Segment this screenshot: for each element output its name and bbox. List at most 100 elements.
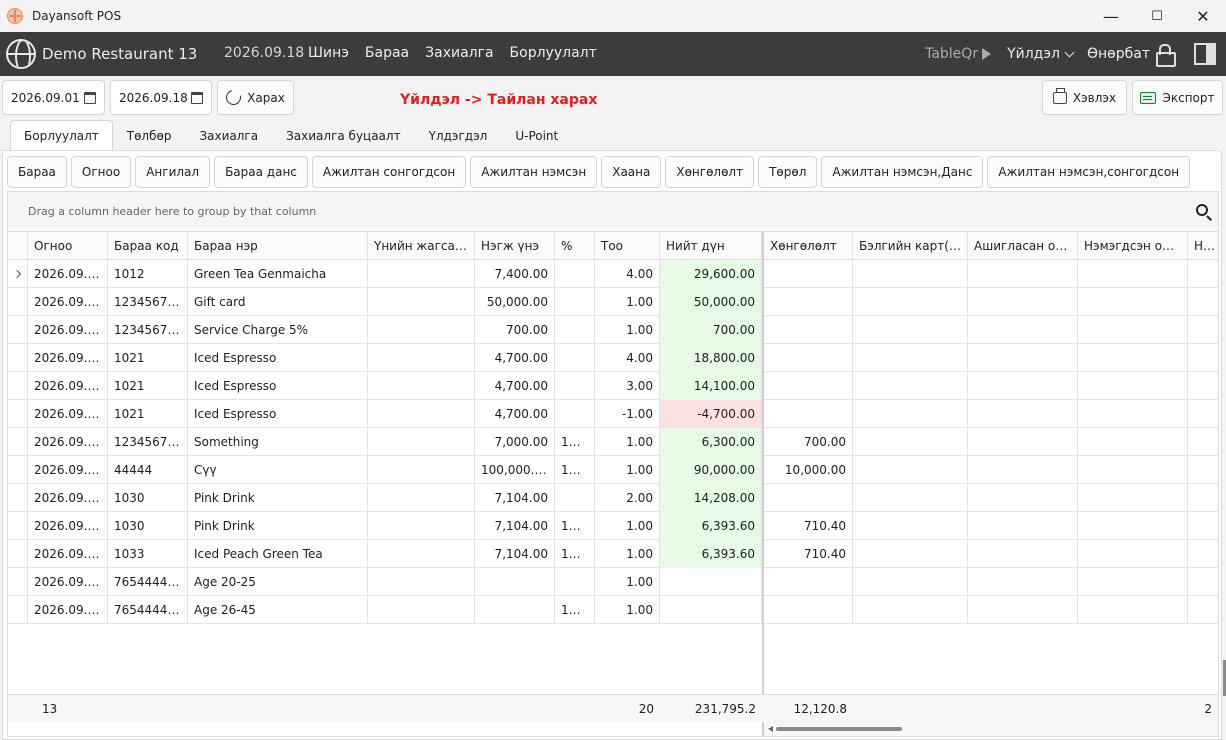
cell-total[interactable]: 14,100.00	[660, 372, 762, 400]
cell-product-name[interactable]: Green Tea Genmaicha	[188, 260, 368, 288]
cell-product-code[interactable]: 76544441...	[108, 596, 188, 624]
cell-qty[interactable]: 1.00	[595, 596, 660, 624]
cell-price-list[interactable]	[368, 316, 475, 344]
row-indicator-cell[interactable]	[8, 400, 28, 428]
column-header-added-points[interactable]: Нэмэгдсэн оноо	[1078, 232, 1188, 260]
cell-total[interactable]: 6,300.00	[660, 428, 762, 456]
cell-date[interactable]: 2026.09.17	[28, 596, 108, 624]
cell-discount[interactable]: 700.00	[764, 428, 853, 456]
cell-total[interactable]	[660, 596, 762, 624]
cell-empty[interactable]	[853, 288, 968, 316]
cell-unit-price[interactable]: 4,700.00	[475, 400, 555, 428]
cell-product-name[interactable]: Service Charge 5%	[188, 316, 368, 344]
cell-empty[interactable]	[853, 316, 968, 344]
cell-empty[interactable]	[968, 596, 1078, 624]
cell-product-name[interactable]: Iced Peach Green Tea	[188, 540, 368, 568]
tab-sales[interactable]: Борлуулалт	[10, 120, 113, 150]
cell-product-code[interactable]: 1021	[108, 344, 188, 372]
cell-empty[interactable]	[968, 400, 1078, 428]
cell-empty[interactable]	[853, 568, 968, 596]
cell-discount[interactable]	[764, 288, 853, 316]
row-indicator-cell[interactable]	[8, 260, 28, 288]
cell-empty[interactable]	[853, 372, 968, 400]
table-row[interactable]: 2026.09.17 12345678... Gift card 50,000.00 1…	[8, 288, 1218, 316]
cell-qty[interactable]: 1.00	[595, 540, 660, 568]
table-row[interactable]: 2026.09.18 12345678... Service Charge 5% 70…	[8, 316, 1218, 344]
cell-percent[interactable]	[555, 260, 595, 288]
user-button[interactable]: Өнөрбат	[1087, 44, 1176, 67]
scroll-thumb[interactable]	[776, 727, 902, 731]
cell-discount[interactable]	[764, 344, 853, 372]
cell-date[interactable]: 2026.09.17	[28, 512, 108, 540]
cell-unit-price[interactable]: 4,700.00	[475, 344, 555, 372]
column-header-percent[interactable]: %	[555, 232, 595, 260]
subtab-date[interactable]: Огноо	[70, 156, 132, 188]
row-indicator-cell[interactable]	[8, 288, 28, 316]
cell-empty[interactable]	[853, 512, 968, 540]
cell-empty[interactable]	[853, 260, 968, 288]
export-button[interactable]: Экспорт	[1132, 80, 1223, 115]
cell-discount[interactable]	[764, 568, 853, 596]
column-header-price-list[interactable]: Үнийн жагсаалт	[368, 232, 475, 260]
cell-empty[interactable]	[1078, 568, 1188, 596]
cell-percent[interactable]: 10....	[555, 456, 595, 484]
subtab-location[interactable]: Хаана	[601, 156, 662, 188]
tab-orders[interactable]: Захиалга	[185, 120, 272, 150]
cell-product-name[interactable]: Something	[188, 428, 368, 456]
cell-product-code[interactable]: 1030	[108, 512, 188, 540]
cell-date[interactable]: 2026.09.17	[28, 260, 108, 288]
cell-percent[interactable]	[555, 484, 595, 512]
cell-percent[interactable]	[555, 400, 595, 428]
subtab-product[interactable]: Бараа	[7, 156, 67, 188]
cell-unit-price[interactable]: 700.00	[475, 316, 555, 344]
row-indicator-cell[interactable]	[8, 344, 28, 372]
cell-discount[interactable]: 710.40	[764, 512, 853, 540]
cell-unit-price[interactable]: 7,400.00	[475, 260, 555, 288]
cell-unit-price[interactable]: 4,700.00	[475, 372, 555, 400]
subtab-discount[interactable]: Хөнгөлөлт	[665, 156, 755, 188]
cell-date[interactable]: 2026.09.17	[28, 540, 108, 568]
cell-product-name[interactable]: Iced Espresso	[188, 344, 368, 372]
cell-discount[interactable]	[764, 372, 853, 400]
cell-total[interactable]: 700.00	[660, 316, 762, 344]
cell-empty[interactable]	[853, 400, 968, 428]
cell-empty[interactable]	[853, 344, 968, 372]
cell-discount[interactable]	[764, 260, 853, 288]
cell-percent[interactable]	[555, 288, 595, 316]
cell-date[interactable]: 2026.09.17	[28, 456, 108, 484]
column-header-product-name[interactable]: Бараа нэр	[188, 232, 368, 260]
cell-empty[interactable]	[1188, 456, 1218, 484]
column-header-used-points[interactable]: Ашигласан оноо	[968, 232, 1078, 260]
table-row[interactable]: 2026.09.17 12345678... Something 7,000.00 10…	[8, 428, 1218, 456]
cell-product-name[interactable]: Age 26-45	[188, 596, 368, 624]
table-row[interactable]: 2026.09.17 1030 Pink Drink 7,104.00 10.... 1.…	[8, 512, 1218, 540]
cell-total[interactable]: 50,000.00	[660, 288, 762, 316]
print-button[interactable]: Хэвлэх	[1042, 80, 1127, 115]
nav-new[interactable]: Шинэ	[308, 45, 349, 61]
cell-empty[interactable]	[1188, 288, 1218, 316]
table-row[interactable]: 2026.09.17 1021 Iced Espresso 4,700.00 -1.00…	[8, 400, 1218, 428]
tab-upoint[interactable]: U-Point	[501, 120, 572, 150]
cell-empty[interactable]	[1078, 512, 1188, 540]
horizontal-scrollbar[interactable]	[764, 722, 1218, 736]
cell-empty[interactable]	[1078, 540, 1188, 568]
column-header-total[interactable]: Нийт дүн	[660, 232, 762, 260]
date-to-picker[interactable]: 2026.09.18	[110, 80, 212, 115]
cell-product-code[interactable]: 12345678...	[108, 316, 188, 344]
cell-product-code[interactable]: 1012	[108, 260, 188, 288]
subtab-employee-added-selected[interactable]: Ажилтан нэмсэн,сонгогдсон	[987, 156, 1191, 188]
search-icon[interactable]	[1196, 204, 1208, 216]
cell-empty[interactable]	[1078, 428, 1188, 456]
cell-unit-price[interactable]: 50,000.00	[475, 288, 555, 316]
cell-empty[interactable]	[1188, 540, 1218, 568]
cell-price-list[interactable]	[368, 540, 475, 568]
cell-empty[interactable]	[1188, 316, 1218, 344]
row-indicator-cell[interactable]	[8, 596, 28, 624]
cell-price-list[interactable]	[368, 568, 475, 596]
cell-empty[interactable]	[1188, 596, 1218, 624]
operation-menu[interactable]: Үйлдэл	[1007, 46, 1075, 62]
cell-empty[interactable]	[1188, 512, 1218, 540]
calendar-icon[interactable]	[84, 92, 96, 104]
cell-unit-price[interactable]: 7,104.00	[475, 540, 555, 568]
cell-empty[interactable]	[968, 568, 1078, 596]
